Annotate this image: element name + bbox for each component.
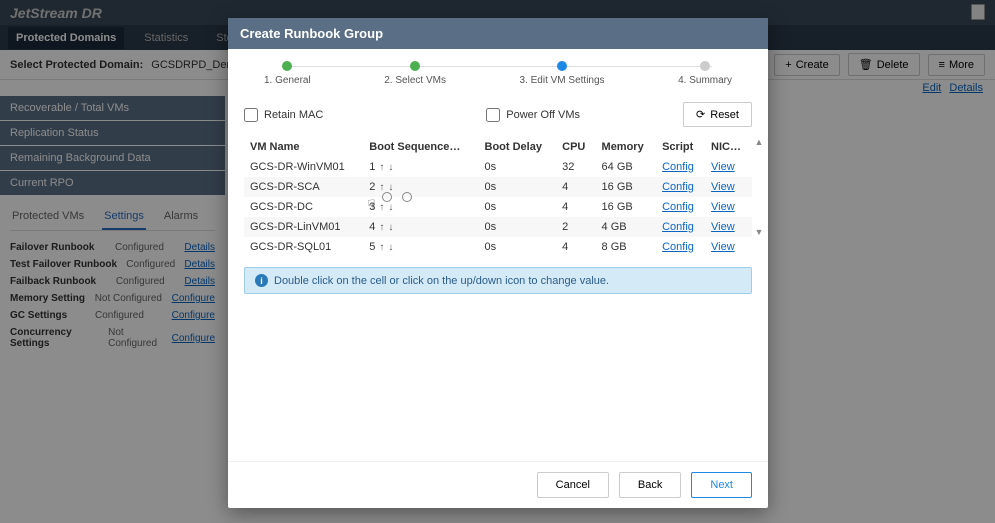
arrow-down-icon[interactable]: ↓ (388, 202, 393, 213)
arrow-up-icon[interactable]: ↑ (379, 162, 384, 173)
back-button[interactable]: Back (619, 472, 681, 498)
cell-boot-delay[interactable]: 0s (479, 197, 557, 217)
col-memory[interactable]: Memory (596, 137, 657, 157)
cell-boot-seq[interactable]: 1 ↑ ↓ (363, 157, 478, 177)
col-boot-seq[interactable]: Boot Sequence… (363, 137, 478, 157)
cell-cpu[interactable]: 4 (556, 177, 595, 197)
cell-script[interactable]: Config (656, 157, 705, 177)
arrow-down-icon[interactable]: ↓ (388, 162, 393, 173)
arrow-up-icon[interactable]: ↑ (379, 202, 384, 213)
table-row[interactable]: GCS-DR-DC3 ↑☟ ↓0s416 GBConfigView (244, 197, 752, 217)
col-script[interactable]: Script (656, 137, 705, 157)
arrow-down-icon[interactable]: ↓ (388, 222, 393, 233)
step-summary[interactable]: 4. Summary (678, 61, 732, 86)
cell-cpu[interactable]: 4 (556, 237, 595, 257)
cell-script[interactable]: Config (656, 237, 705, 257)
cell-cpu[interactable]: 32 (556, 157, 595, 177)
col-cpu[interactable]: CPU (556, 137, 595, 157)
cell-script[interactable]: Config (656, 177, 705, 197)
dialog-title: Create Runbook Group (228, 18, 768, 49)
col-nic[interactable]: NIC… (705, 137, 752, 157)
cell-script[interactable]: Config (656, 217, 705, 237)
cell-boot-seq[interactable]: 4 ↑ ↓ (363, 217, 478, 237)
arrow-up-icon[interactable]: ↑ (379, 182, 384, 193)
arrow-up-icon[interactable]: ↑ (379, 222, 384, 233)
arrow-up-icon[interactable]: ↑ (379, 242, 384, 253)
cell-script[interactable]: Config (656, 197, 705, 217)
cell-memory[interactable]: 4 GB (596, 217, 657, 237)
table-row[interactable]: GCS-DR-WinVM011 ↑ ↓0s3264 GBConfigView (244, 157, 752, 177)
cell-boot-delay[interactable]: 0s (479, 237, 557, 257)
arrow-down-icon[interactable]: ↓ (388, 242, 393, 253)
cell-boot-seq[interactable]: 2 ↑ ↓ (363, 177, 478, 197)
vm-table: VM Name Boot Sequence… Boot Delay CPU Me… (244, 137, 752, 257)
table-row[interactable]: GCS-DR-LinVM014 ↑ ↓0s24 GBConfigView (244, 217, 752, 237)
scroll-up-icon[interactable]: ▲ (754, 137, 764, 147)
cell-boot-delay[interactable]: 0s (479, 217, 557, 237)
reset-button[interactable]: ⟳Reset (683, 102, 752, 127)
cell-memory[interactable]: 8 GB (596, 237, 657, 257)
cancel-button[interactable]: Cancel (537, 472, 609, 498)
cell-memory[interactable]: 16 GB (596, 197, 657, 217)
cell-vm-name: GCS-DR-LinVM01 (244, 217, 363, 237)
cell-cpu[interactable]: 2 (556, 217, 595, 237)
step-edit-vm-settings[interactable]: 3. Edit VM Settings (520, 61, 605, 86)
arrow-down-icon[interactable]: ↓ (388, 182, 393, 193)
cell-vm-name: GCS-DR-SQL01 (244, 237, 363, 257)
table-row[interactable]: GCS-DR-SCA2 ↑ ↓0s416 GBConfigView (244, 177, 752, 197)
create-runbook-dialog: Create Runbook Group 1. General 2. Selec… (228, 18, 768, 508)
cell-nic[interactable]: View (705, 237, 752, 257)
cell-memory[interactable]: 16 GB (596, 177, 657, 197)
step-select-vms[interactable]: 2. Select VMs (384, 61, 446, 86)
power-off-checkbox[interactable]: Power Off VMs (486, 108, 580, 122)
table-row[interactable]: GCS-DR-SQL015 ↑ ↓0s48 GBConfigView (244, 237, 752, 257)
cell-vm-name: GCS-DR-SCA (244, 177, 363, 197)
cell-nic[interactable]: View (705, 157, 752, 177)
info-icon: i (255, 274, 268, 287)
cell-nic[interactable]: View (705, 197, 752, 217)
cell-vm-name: GCS-DR-WinVM01 (244, 157, 363, 177)
cell-nic[interactable]: View (705, 177, 752, 197)
refresh-icon: ⟳ (696, 108, 705, 121)
cell-boot-seq[interactable]: 5 ↑ ↓ (363, 237, 478, 257)
scroll-down-icon[interactable]: ▼ (754, 227, 764, 237)
next-button[interactable]: Next (691, 472, 752, 498)
cell-boot-delay[interactable]: 0s (479, 177, 557, 197)
cell-memory[interactable]: 64 GB (596, 157, 657, 177)
cell-boot-seq[interactable]: 3 ↑☟ ↓ (363, 197, 478, 217)
cell-nic[interactable]: View (705, 217, 752, 237)
wizard-stepper: 1. General 2. Select VMs 3. Edit VM Sett… (264, 61, 732, 86)
retain-mac-checkbox[interactable]: Retain MAC (244, 108, 323, 122)
cell-boot-delay[interactable]: 0s (479, 157, 557, 177)
cell-cpu[interactable]: 4 (556, 197, 595, 217)
col-boot-delay[interactable]: Boot Delay (479, 137, 557, 157)
info-banner: i Double click on the cell or click on t… (244, 267, 752, 294)
col-vm-name[interactable]: VM Name (244, 137, 363, 157)
step-general[interactable]: 1. General (264, 61, 311, 86)
cursor-indicator (382, 192, 412, 202)
cell-vm-name: GCS-DR-DC (244, 197, 363, 217)
